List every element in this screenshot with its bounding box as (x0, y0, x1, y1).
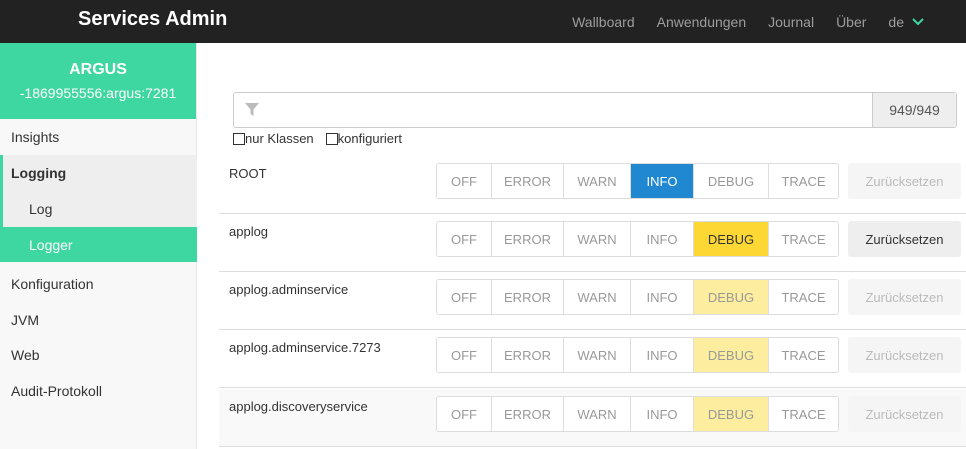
reset-button[interactable]: Zurücksetzen (848, 337, 961, 373)
logger-name: applog.adminservice.7273 (229, 340, 381, 355)
nav-link-wallboard[interactable]: Wallboard (572, 14, 635, 30)
level-button-info[interactable]: INFO (631, 222, 694, 256)
reset-button[interactable]: Zurücksetzen (848, 396, 961, 432)
level-button-warn[interactable]: WARN (564, 222, 631, 256)
sidebar-header: ARGUS -1869955556:argus:7281 (0, 43, 196, 119)
level-button-error[interactable]: ERROR (492, 222, 564, 256)
language-label: de (888, 13, 904, 30)
logger-row: applog.adminservice OFF ERROR WARN INFO DEBUG… (219, 272, 966, 330)
logger-row: ROOT OFF ERROR WARN INFO DEBUG TRACE Zurücksetz… (219, 156, 966, 214)
level-button-debug[interactable]: DEBUG (694, 397, 769, 431)
level-button-off[interactable]: OFF (437, 222, 492, 256)
level-button-info[interactable]: INFO (631, 280, 694, 314)
brand-title[interactable]: Services Admin (78, 8, 227, 31)
level-button-group: OFF ERROR WARN INFO DEBUG TRACE (436, 337, 839, 373)
reset-button[interactable]: Zurücksetzen (848, 163, 961, 199)
level-button-off[interactable]: OFF (437, 338, 492, 372)
level-button-info[interactable]: INFO (631, 397, 694, 431)
level-button-error[interactable]: ERROR (492, 338, 564, 372)
language-dropdown[interactable]: de (888, 14, 924, 30)
level-button-trace[interactable]: TRACE (769, 397, 838, 431)
sidebar-item-web[interactable]: Web (0, 337, 197, 373)
level-button-info[interactable]: INFO (631, 338, 694, 372)
level-button-group: OFF ERROR WARN INFO DEBUG TRACE (436, 163, 839, 199)
level-button-warn[interactable]: WARN (564, 164, 631, 198)
logger-filter: 949/949 (233, 92, 957, 128)
level-button-off[interactable]: OFF (437, 164, 492, 198)
instance-id: -1869955556:argus:7281 (19, 85, 177, 101)
level-button-group: OFF ERROR WARN INFO DEBUG TRACE (436, 396, 839, 432)
only-classes-label: nur Klassen (245, 131, 314, 146)
level-button-group: OFF ERROR WARN INFO DEBUG TRACE (436, 279, 839, 315)
logger-name: applog.discoveryservice (229, 399, 368, 414)
level-button-debug[interactable]: DEBUG (694, 338, 769, 372)
level-button-debug[interactable]: DEBUG (694, 164, 769, 198)
level-button-debug[interactable]: DEBUG (694, 280, 769, 314)
only-classes-checkbox[interactable] (233, 132, 245, 145)
level-button-trace[interactable]: TRACE (769, 164, 838, 198)
nav-links: Wallboard Anwendungen Journal Über de (572, 0, 966, 43)
chevron-down-icon (912, 17, 924, 25)
sidebar-item-log[interactable]: Log (0, 191, 197, 227)
filter-icon (245, 103, 259, 116)
reset-button[interactable]: Zurücksetzen (848, 279, 961, 315)
logger-name: applog (229, 224, 269, 239)
level-button-error[interactable]: ERROR (492, 280, 564, 314)
logger-row: applog.adminservice.7273 OFF ERROR WARN INFO… (219, 330, 966, 388)
level-button-trace[interactable]: TRACE (769, 222, 838, 256)
level-button-group: OFF ERROR WARN INFO DEBUG TRACE (436, 221, 839, 257)
level-button-off[interactable]: OFF (437, 280, 492, 314)
logger-name: applog.adminservice (229, 282, 349, 297)
nav-link-ueber[interactable]: Über (836, 14, 866, 30)
logger-row: applog OFF ERROR WARN INFO DEBUG TRACE Zurückse… (219, 214, 966, 272)
nav-link-anwendungen[interactable]: Anwendungen (657, 14, 747, 30)
level-button-error[interactable]: ERROR (492, 164, 564, 198)
level-button-trace[interactable]: TRACE (769, 280, 838, 314)
sidebar: ARGUS -1869955556:argus:7281 Insights Lo… (0, 43, 197, 449)
level-button-debug[interactable]: DEBUG (694, 222, 769, 256)
sidebar-item-logger[interactable]: Logger (0, 227, 197, 262)
configured-label: konfiguriert (337, 131, 402, 146)
sidebar-item-logging[interactable]: Logging (0, 155, 197, 191)
nav-link-journal[interactable]: Journal (768, 14, 814, 30)
top-navbar: Services Admin Wallboard Anwendungen Jou… (0, 0, 966, 43)
logger-row: applog.discoveryservice OFF ERROR WARN INFO D… (219, 389, 966, 447)
level-button-off[interactable]: OFF (437, 397, 492, 431)
app-name: ARGUS (69, 61, 127, 78)
filter-options: nur Klassen konfiguriert (233, 131, 414, 146)
level-button-info[interactable]: INFO (631, 164, 694, 198)
reset-button[interactable]: Zurücksetzen (848, 221, 961, 257)
filter-count: 949/949 (872, 93, 956, 127)
level-button-trace[interactable]: TRACE (769, 338, 838, 372)
sidebar-item-jvm[interactable]: JVM (0, 302, 197, 338)
logger-name: ROOT (229, 166, 267, 181)
filter-input[interactable] (234, 93, 872, 127)
configured-checkbox[interactable] (325, 132, 338, 145)
sidebar-item-insights[interactable]: Insights (0, 119, 197, 155)
level-button-warn[interactable]: WARN (564, 280, 631, 314)
level-button-warn[interactable]: WARN (564, 397, 631, 431)
sidebar-item-audit-protokoll[interactable]: Audit-Protokoll (0, 373, 197, 409)
level-button-error[interactable]: ERROR (492, 397, 564, 431)
sidebar-item-konfiguration[interactable]: Konfiguration (0, 266, 197, 302)
level-button-warn[interactable]: WARN (564, 338, 631, 372)
